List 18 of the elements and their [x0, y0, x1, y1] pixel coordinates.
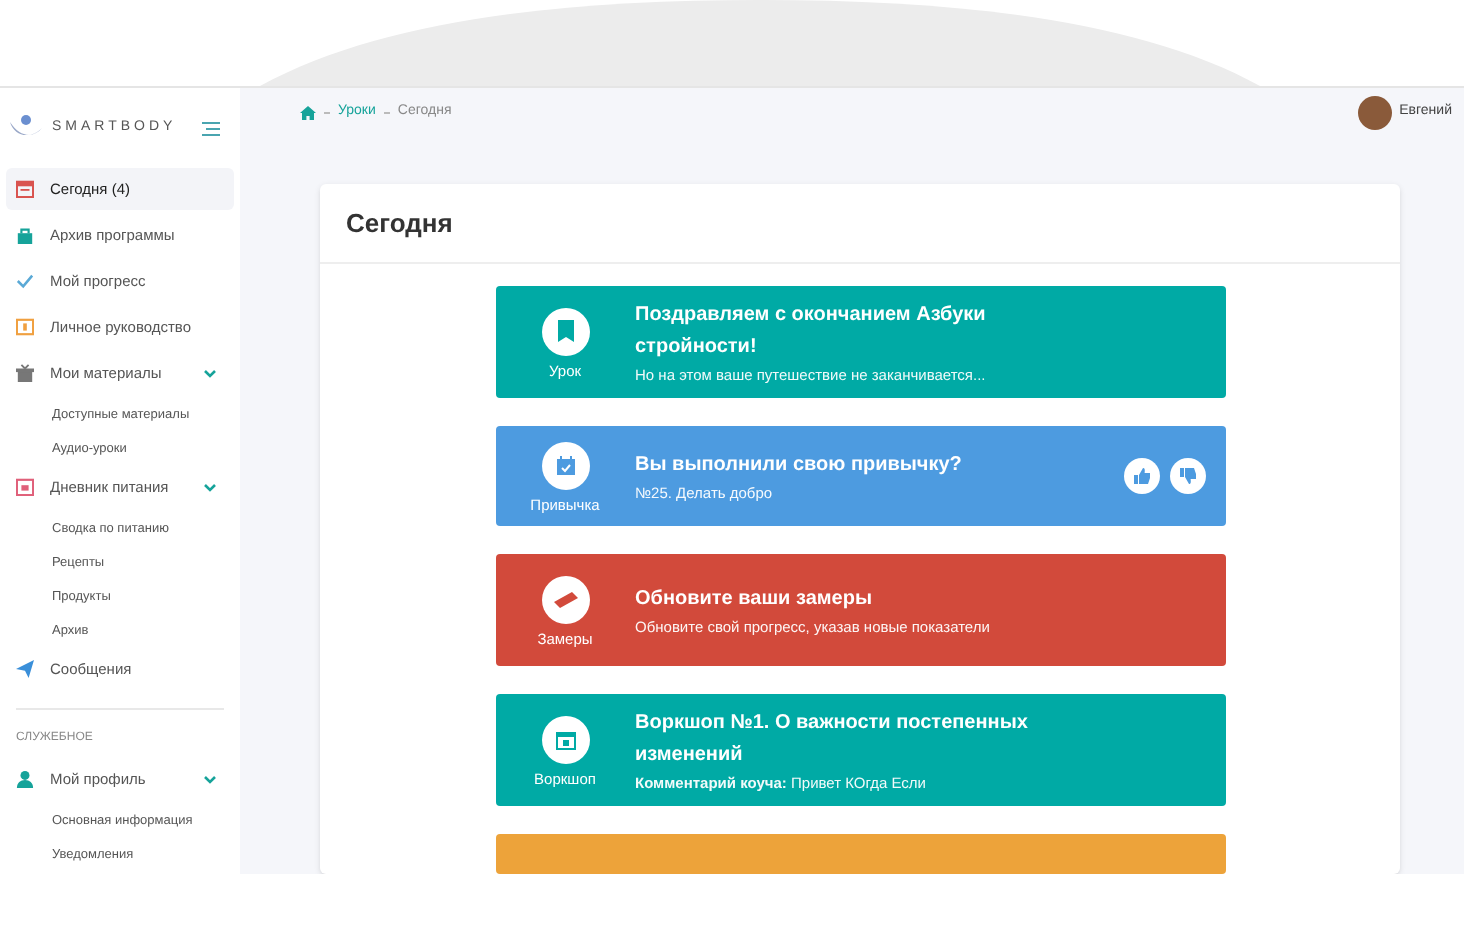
- card-title: Вы выполнили свою привычку?: [635, 451, 964, 479]
- thumbs-up-button[interactable]: [1123, 458, 1159, 494]
- card-title: Поздравляем с окончанием Азбуки стройности!: [635, 301, 988, 361]
- calendar-icon: [541, 715, 589, 763]
- thumbs-down-button[interactable]: [1169, 458, 1205, 494]
- thumbs-down-icon: [1179, 468, 1195, 484]
- avatar[interactable]: [1357, 96, 1392, 130]
- menu-icon[interactable]: [202, 121, 220, 135]
- breadcrumb-separator: [383, 112, 390, 114]
- card-title: Воркшоп №1. О важности постепенных изменений: [635, 709, 1030, 769]
- home-icon[interactable]: [300, 106, 316, 120]
- calendar-check-icon: [541, 441, 589, 489]
- ruler-icon: [541, 575, 589, 623]
- thumbs-up-icon: [1133, 468, 1149, 484]
- card-title: Сегодня: [346, 205, 453, 242]
- card-title: Обновите ваши замеры: [635, 585, 874, 613]
- breadcrumb-separator: [324, 112, 330, 114]
- book-icon: [541, 307, 589, 355]
